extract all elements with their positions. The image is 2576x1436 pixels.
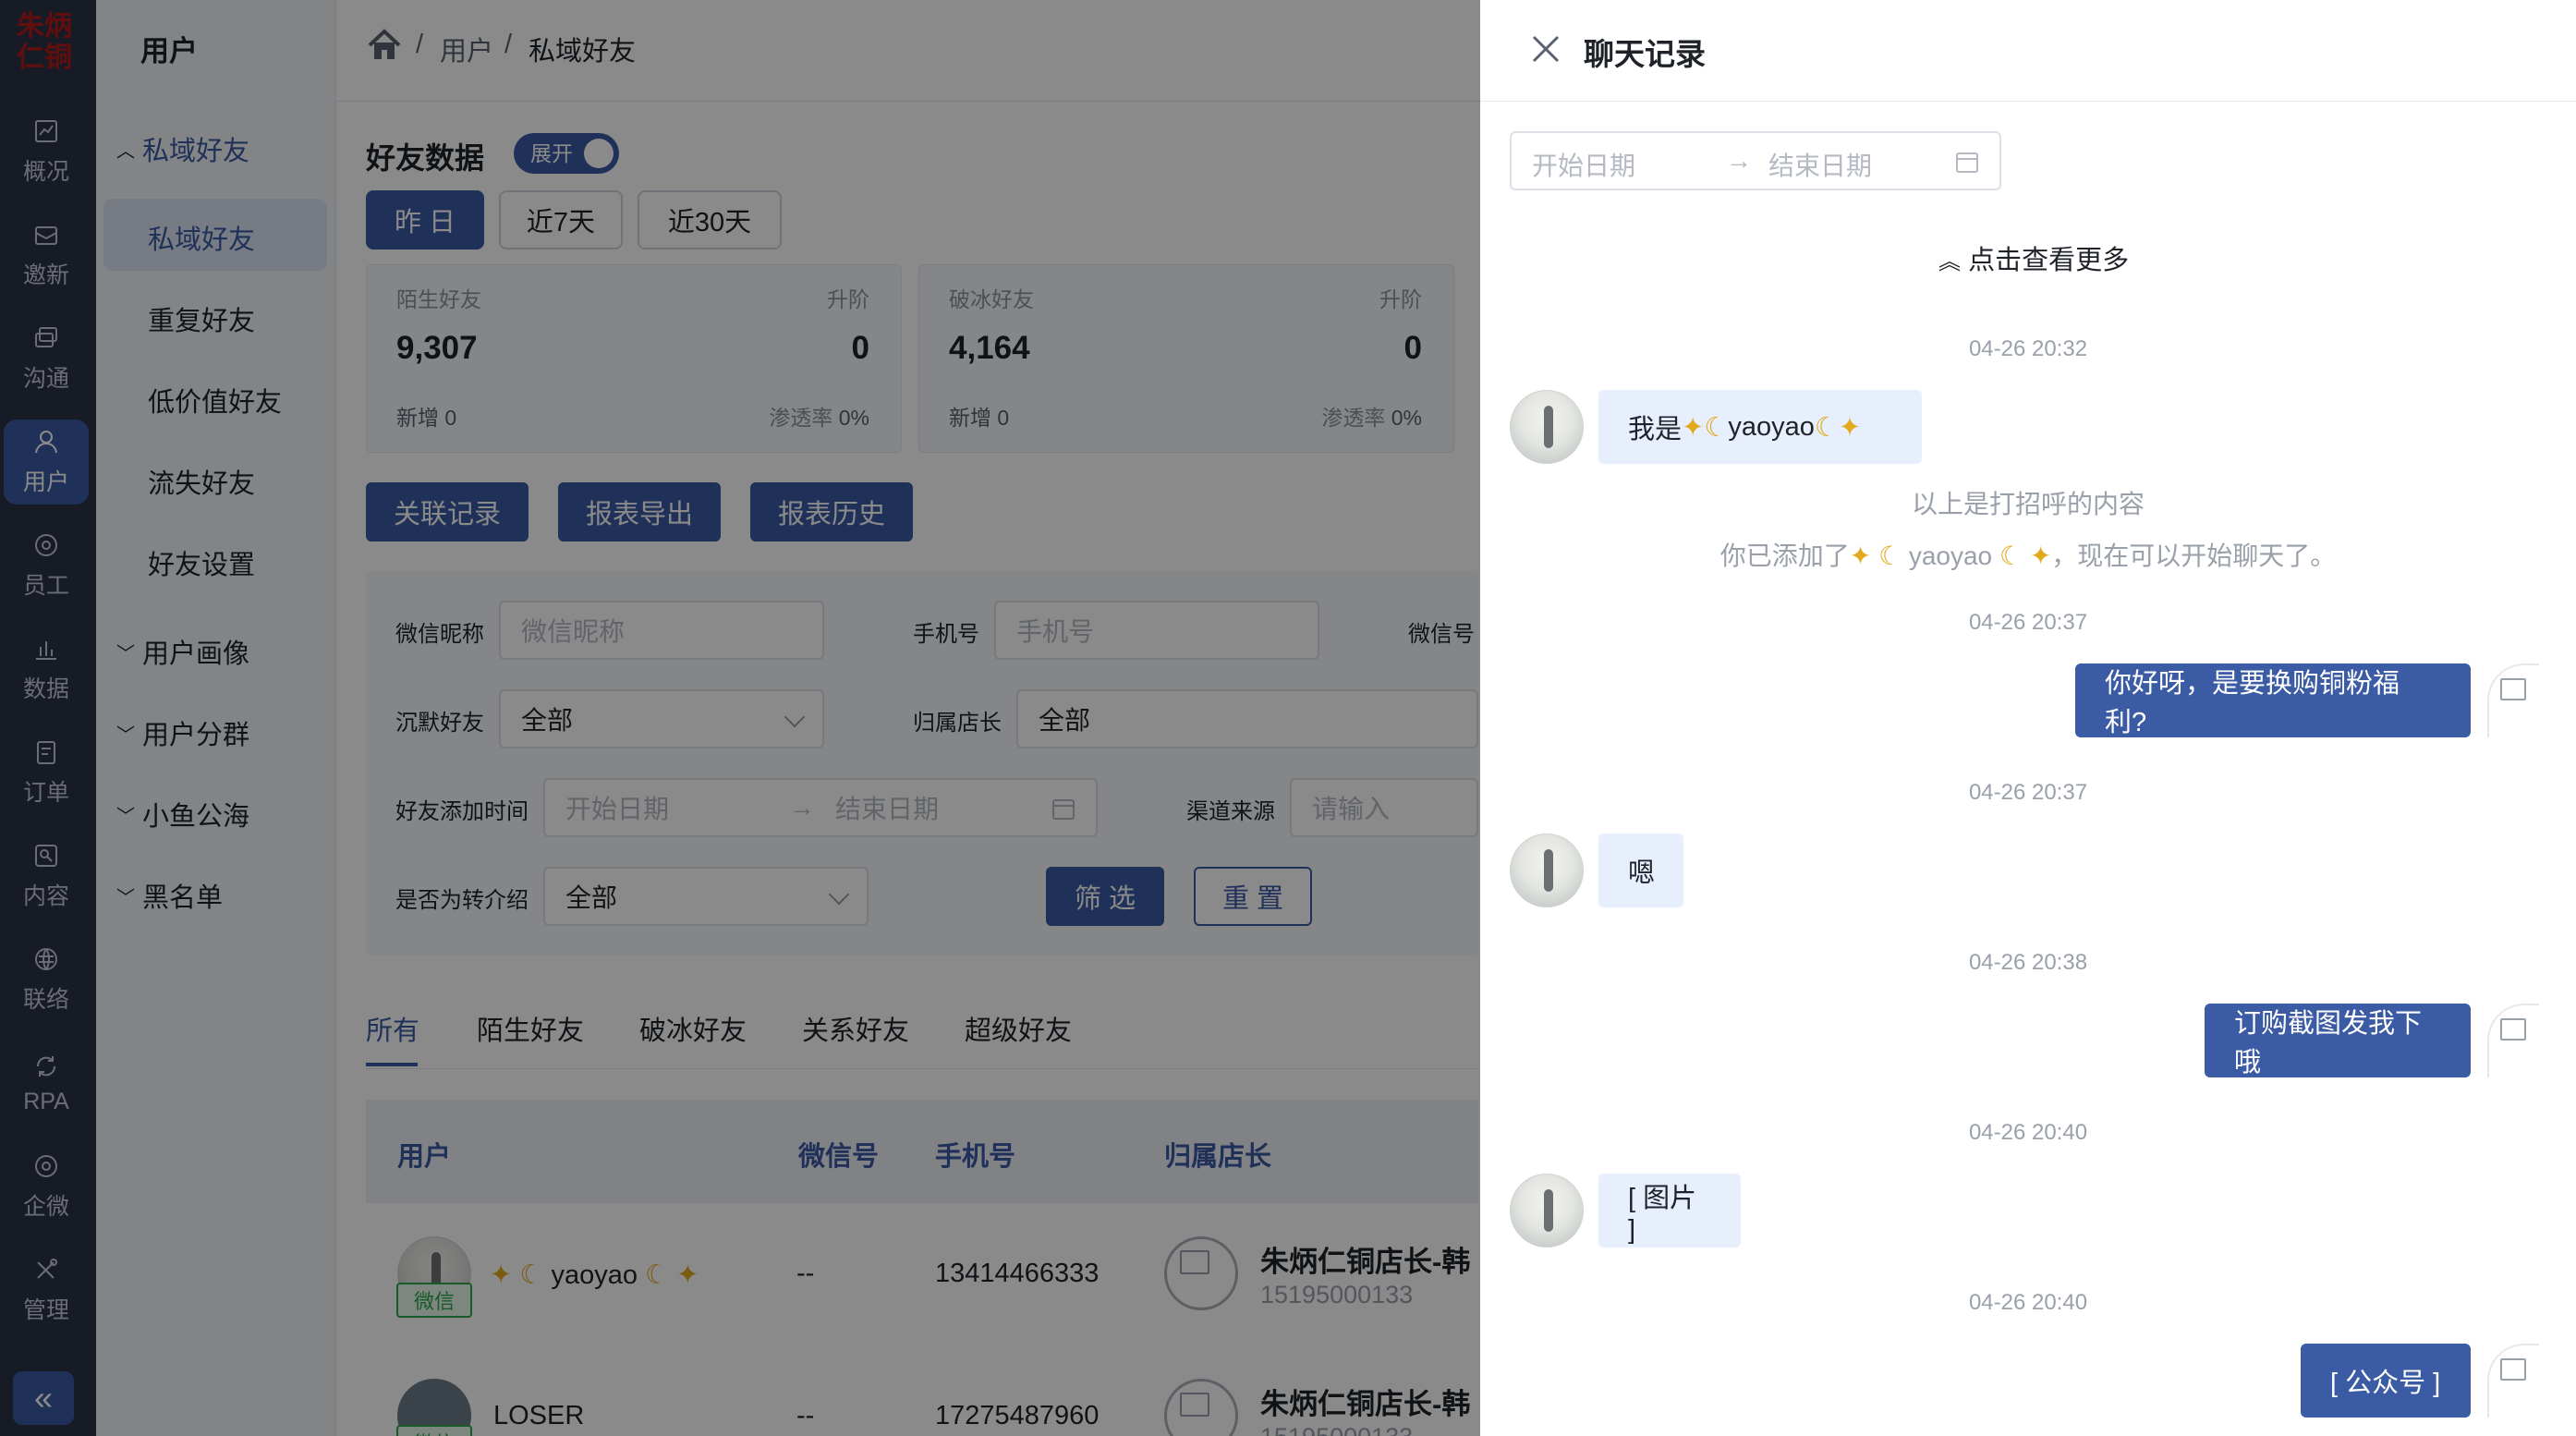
drawer-title: 聊天记录 — [1584, 37, 1706, 71]
chat-bubble-left[interactable]: [ 图片 ] — [1598, 1174, 1741, 1247]
chat-bubble-right: 订购截图发我下哦 — [2205, 1004, 2471, 1077]
system-message: 以上是打招呼的内容 — [1911, 490, 2145, 518]
range-arrow-icon: → — [1726, 146, 1752, 175]
system-text: ，现在可以开始聊天了。 — [2051, 542, 2337, 570]
load-more-link[interactable]: ︽ 点击查看更多 — [1938, 238, 2129, 277]
contact-avatar — [1510, 834, 1584, 907]
chat-bubble-right: 你好呀，是要换购铜粉福利? — [2075, 663, 2471, 737]
chat-timestamp: 04-26 20:37 — [1968, 780, 2088, 805]
system-text: yaoyao — [1908, 542, 1993, 570]
modal-overlay[interactable] — [0, 0, 1480, 1436]
contact-avatar — [1510, 1174, 1584, 1247]
chat-timestamp: 04-26 20:38 — [1968, 950, 2088, 975]
double-chevron-up-icon: ︽ — [1938, 249, 1961, 274]
star-icon: ✦ — [1682, 412, 1705, 443]
end-date-placeholder: 结束日期 — [1768, 152, 1873, 180]
chat-bubble-right[interactable]: [ 公众号 ] — [2301, 1344, 2471, 1418]
load-more-label: 点击查看更多 — [1968, 246, 2130, 275]
contact-avatar — [1510, 390, 1584, 464]
star-icon: ✦ — [2029, 542, 2052, 570]
start-date-placeholder: 开始日期 — [1532, 152, 1636, 180]
chat-timestamp: 04-26 20:40 — [1968, 1120, 2088, 1145]
moon-icon: ☾ — [1814, 412, 1839, 443]
chat-date-range[interactable]: 开始日期 → 结束日期 — [1510, 131, 2001, 190]
chat-bubble-left: 我是 ✦ ☾ yaoyao ☾ ✦ — [1598, 390, 1922, 464]
message-text: yaoyao — [1728, 411, 1815, 442]
chat-timestamp: 04-26 20:32 — [1968, 336, 2088, 361]
calendar-icon — [1956, 152, 1978, 173]
chat-timestamp: 04-26 20:40 — [1968, 1290, 2088, 1315]
system-message: 你已添加了✦ ☾ yaoyao ☾ ✦，现在可以开始聊天了。 — [1480, 536, 2576, 573]
star-icon: ✦ — [1849, 542, 1872, 570]
star-icon: ✦ — [1838, 412, 1862, 443]
moon-icon: ☾ — [1877, 542, 1902, 570]
close-icon[interactable] — [1528, 31, 1563, 67]
moon-icon: ☾ — [1704, 412, 1729, 443]
moon-icon: ☾ — [1999, 542, 2023, 570]
chat-bubble-left: 嗯 — [1598, 834, 1683, 907]
chat-timestamp: 04-26 20:37 — [1968, 610, 2088, 635]
system-text: 你已添加了 — [1719, 542, 1850, 570]
message-text: 我是 — [1628, 415, 1683, 444]
